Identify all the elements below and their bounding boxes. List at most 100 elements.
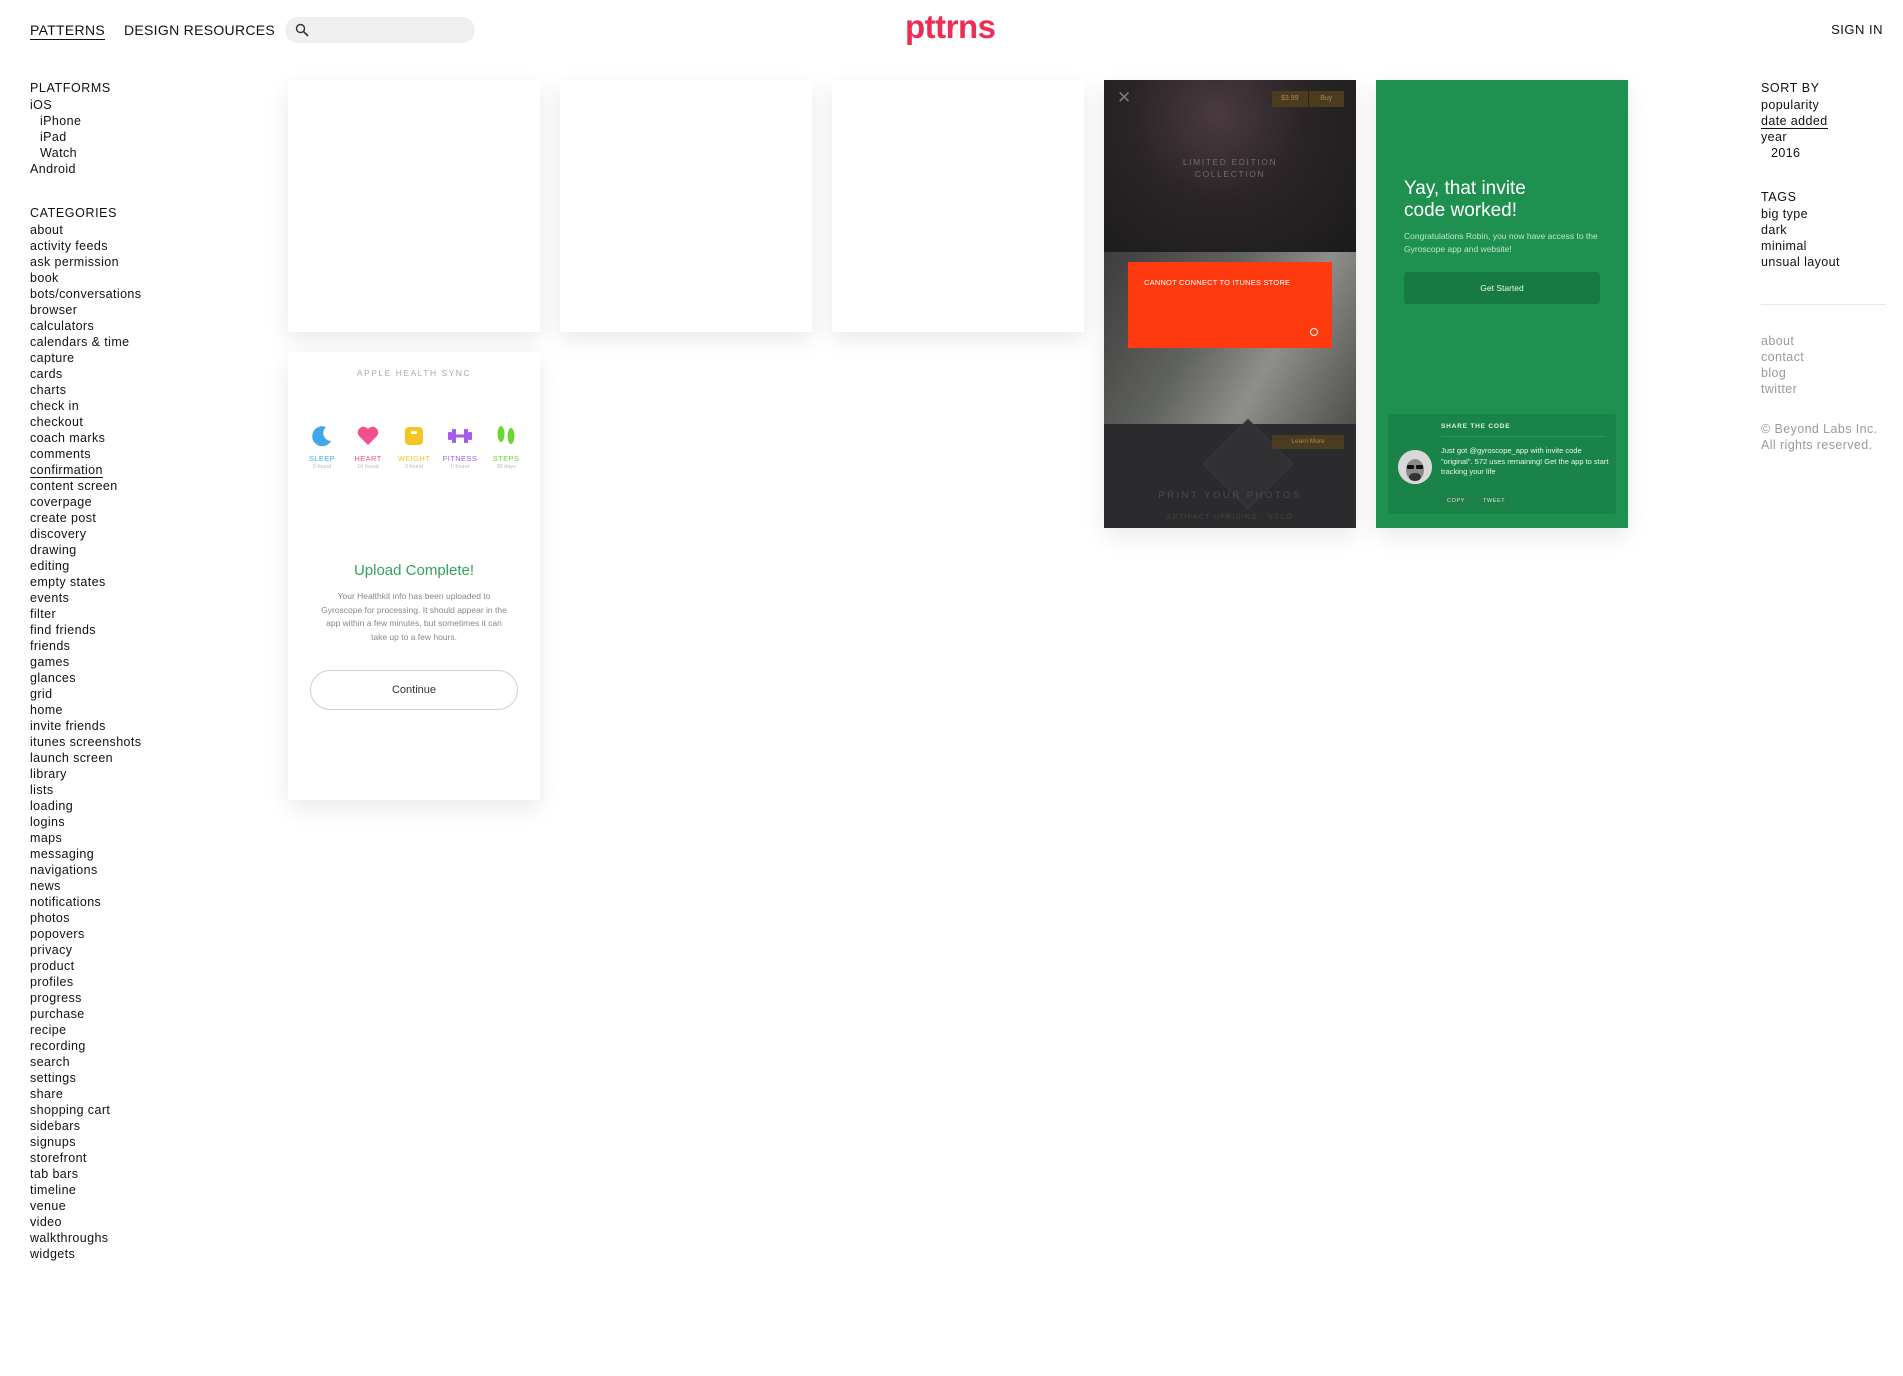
category-item[interactable]: cards bbox=[30, 366, 230, 382]
pattern-card-itunes-error[interactable]: ✕ $3.99 Buy LIMITED EDITION COLLECTION L… bbox=[1104, 80, 1356, 528]
category-item[interactable]: launch screen bbox=[30, 750, 230, 766]
heart-icon bbox=[357, 426, 379, 445]
category-item[interactable]: invite friends bbox=[30, 718, 230, 734]
pttrns-logo[interactable]: pttrns bbox=[905, 8, 996, 46]
category-item[interactable]: logins bbox=[30, 814, 230, 830]
category-item[interactable]: profiles bbox=[30, 974, 230, 990]
continue-button[interactable]: Continue bbox=[310, 670, 518, 710]
category-item[interactable]: home bbox=[30, 702, 230, 718]
category-item[interactable]: loading bbox=[30, 798, 230, 814]
category-item[interactable]: discovery bbox=[30, 526, 230, 542]
category-item[interactable]: notifications bbox=[30, 894, 230, 910]
category-item[interactable]: search bbox=[30, 1054, 230, 1070]
tag-dark[interactable]: dark bbox=[1761, 222, 1886, 238]
platform-ios[interactable]: iOS bbox=[30, 97, 230, 113]
sort-year[interactable]: year bbox=[1761, 129, 1886, 145]
pattern-card-health-sync[interactable]: APPLE HEALTH SYNC SLEEP 0 found HEART 16… bbox=[288, 352, 540, 800]
category-item[interactable]: photos bbox=[30, 910, 230, 926]
sign-in-link[interactable]: SIGN IN bbox=[1831, 22, 1883, 37]
category-item[interactable]: popovers bbox=[30, 926, 230, 942]
category-item[interactable]: coach marks bbox=[30, 430, 230, 446]
category-item[interactable]: coverpage bbox=[30, 494, 230, 510]
category-item[interactable]: lists bbox=[30, 782, 230, 798]
category-item[interactable]: itunes screenshots bbox=[30, 734, 230, 750]
category-item[interactable]: friends bbox=[30, 638, 230, 654]
category-item[interactable]: bots/conversations bbox=[30, 286, 230, 302]
footer-about-link[interactable]: about bbox=[1761, 333, 1886, 349]
category-item[interactable]: venue bbox=[30, 1198, 230, 1214]
tags-title: TAGS bbox=[1761, 190, 1797, 204]
tag-unusual-layout[interactable]: unsual layout bbox=[1761, 254, 1886, 270]
footer-twitter-link[interactable]: twitter bbox=[1761, 381, 1886, 397]
category-item[interactable]: widgets bbox=[30, 1246, 230, 1262]
pattern-card-blank-1[interactable] bbox=[288, 80, 540, 332]
category-item[interactable]: recipe bbox=[30, 1022, 230, 1038]
category-item[interactable]: news bbox=[30, 878, 230, 894]
pattern-card-invite-confirmation[interactable]: Yay, that invite code worked! Congratula… bbox=[1376, 80, 1628, 528]
category-label: search bbox=[30, 1055, 70, 1069]
category-item[interactable]: timeline bbox=[30, 1182, 230, 1198]
category-item[interactable]: storefront bbox=[30, 1150, 230, 1166]
nav-patterns-link[interactable]: PATTERNS bbox=[30, 22, 105, 40]
category-item[interactable]: messaging bbox=[30, 846, 230, 862]
category-item[interactable]: shopping cart bbox=[30, 1102, 230, 1118]
category-item[interactable]: games bbox=[30, 654, 230, 670]
category-item[interactable]: find friends bbox=[30, 622, 230, 638]
footer-blog-link[interactable]: blog bbox=[1761, 365, 1886, 381]
category-item[interactable]: calendars & time bbox=[30, 334, 230, 350]
category-item[interactable]: browser bbox=[30, 302, 230, 318]
platform-android[interactable]: Android bbox=[30, 161, 230, 177]
category-item[interactable]: check in bbox=[30, 398, 230, 414]
category-item[interactable]: editing bbox=[30, 558, 230, 574]
category-item[interactable]: confirmation bbox=[30, 462, 230, 478]
category-item[interactable]: ask permission bbox=[30, 254, 230, 270]
category-item[interactable]: tab bars bbox=[30, 1166, 230, 1182]
metric-sub: 16 found bbox=[357, 464, 379, 470]
category-item[interactable]: charts bbox=[30, 382, 230, 398]
sort-date-added[interactable]: date added bbox=[1761, 113, 1886, 129]
category-item[interactable]: grid bbox=[30, 686, 230, 702]
category-item[interactable]: capture bbox=[30, 350, 230, 366]
platform-iphone[interactable]: iPhone bbox=[30, 113, 230, 129]
category-item[interactable]: walkthroughs bbox=[30, 1230, 230, 1246]
category-item[interactable]: activity feeds bbox=[30, 238, 230, 254]
category-item[interactable]: calculators bbox=[30, 318, 230, 334]
category-item[interactable]: create post bbox=[30, 510, 230, 526]
category-item[interactable]: sidebars bbox=[30, 1118, 230, 1134]
category-item[interactable]: checkout bbox=[30, 414, 230, 430]
search-input[interactable] bbox=[285, 17, 475, 43]
category-item[interactable]: comments bbox=[30, 446, 230, 462]
category-item[interactable]: glances bbox=[30, 670, 230, 686]
category-item[interactable]: signups bbox=[30, 1134, 230, 1150]
category-item[interactable]: purchase bbox=[30, 1006, 230, 1022]
category-item[interactable]: navigations bbox=[30, 862, 230, 878]
category-item[interactable]: empty states bbox=[30, 574, 230, 590]
category-item[interactable]: library bbox=[30, 766, 230, 782]
category-item[interactable]: share bbox=[30, 1086, 230, 1102]
category-item[interactable]: recording bbox=[30, 1038, 230, 1054]
category-item[interactable]: events bbox=[30, 590, 230, 606]
category-item[interactable]: drawing bbox=[30, 542, 230, 558]
tag-big-type[interactable]: big type bbox=[1761, 206, 1886, 222]
sort-popularity[interactable]: popularity bbox=[1761, 97, 1886, 113]
sort-sidebar: SORT BY popularity date added year 2016 … bbox=[1761, 80, 1886, 453]
pattern-card-blank-3[interactable] bbox=[832, 80, 1084, 332]
category-item[interactable]: product bbox=[30, 958, 230, 974]
category-item[interactable]: about bbox=[30, 222, 230, 238]
pattern-card-blank-2[interactable] bbox=[560, 80, 812, 332]
tag-minimal[interactable]: minimal bbox=[1761, 238, 1886, 254]
category-item[interactable]: privacy bbox=[30, 942, 230, 958]
category-item[interactable]: settings bbox=[30, 1070, 230, 1086]
category-item[interactable]: filter bbox=[30, 606, 230, 622]
category-item[interactable]: progress bbox=[30, 990, 230, 1006]
sort-year-2016[interactable]: 2016 bbox=[1761, 145, 1886, 161]
nav-design-resources-link[interactable]: DESIGN RESOURCES bbox=[124, 22, 275, 38]
category-label: charts bbox=[30, 383, 67, 397]
category-item[interactable]: book bbox=[30, 270, 230, 286]
platform-watch[interactable]: Watch bbox=[30, 145, 230, 161]
category-item[interactable]: content screen bbox=[30, 478, 230, 494]
category-item[interactable]: video bbox=[30, 1214, 230, 1230]
platform-ipad[interactable]: iPad bbox=[30, 129, 230, 145]
category-item[interactable]: maps bbox=[30, 830, 230, 846]
footer-contact-link[interactable]: contact bbox=[1761, 349, 1886, 365]
